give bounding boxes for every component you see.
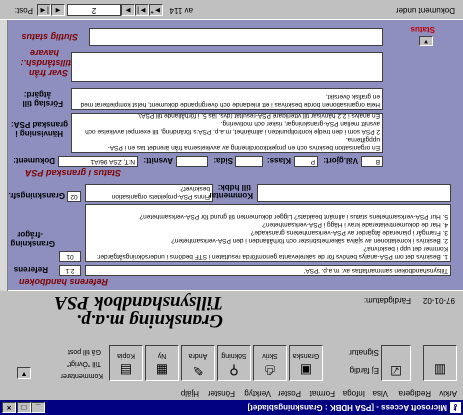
magnifier-icon: ▣ xyxy=(299,363,313,378)
kommentar-label: Kommentar xyxy=(208,191,253,200)
dokument-label: Dokument: xyxy=(13,156,55,165)
toolbar-button-kopia[interactable]: ▤ Kopia xyxy=(109,345,143,381)
avsnitt-field[interactable] xyxy=(176,156,208,167)
kommentar-sub-label: till hdbk: xyxy=(217,183,251,192)
avsnitt-label: Avsnitt: xyxy=(143,156,173,165)
copy-icon: ▤ xyxy=(119,363,133,378)
form-header: Granskning m.a.p. Tillsynshandbok PSA 97… xyxy=(0,291,463,335)
dropdown-arrow-button[interactable]: ▼ xyxy=(17,367,31,379)
comments-label: Kommentarer xyxy=(60,372,103,379)
printer-icon: ⎙ xyxy=(264,363,276,378)
granskning-sub-label: -frågor xyxy=(17,230,43,239)
form-body: Referens handboken Referens 2.1 Tillsyns… xyxy=(8,19,463,291)
record-number-field[interactable]: 2 xyxy=(67,4,121,16)
svar-sub2-title: havare xyxy=(29,48,59,58)
close-button[interactable]: × xyxy=(2,402,16,413)
title-bar: ⚷ Microsoft Access - [PSA HDBK : Granskn… xyxy=(0,400,463,415)
exit-button[interactable]: ▥ xyxy=(423,345,457,381)
search-icon: ⚲ xyxy=(229,363,239,378)
access-key-icon[interactable]: ⚷ xyxy=(450,402,461,413)
status-indicator: Status xyxy=(410,25,435,34)
status-section-title: Status i granskad PSA xyxy=(24,168,121,178)
menu-hjalp[interactable]: Hjälp xyxy=(181,389,199,398)
klass-select[interactable]: P xyxy=(294,156,318,167)
date-label: Färdigdatum: xyxy=(363,296,411,305)
slutlig-status-label: Slutlig status xyxy=(21,32,78,42)
foreslag-text-field[interactable]: Hela organisationen borde beskrivas i et… xyxy=(71,88,383,110)
menu-arkiv[interactable]: Arkiv xyxy=(439,389,457,398)
svar-sub-title: tillståndsh.: xyxy=(20,58,71,68)
minimize-button[interactable]: _ xyxy=(31,402,45,413)
hanvisning-label: Hänvisning i xyxy=(15,129,63,138)
form-toolbar: ▥ ☑ Ej färdig Signatur ▣ Granska ⎙ Skriv… xyxy=(0,334,463,385)
foreslag-sub-label: åtgärd: xyxy=(23,90,51,99)
record-count-label: av 114 xyxy=(169,6,193,15)
svar-section-title: Svar från xyxy=(28,68,68,78)
goto-record-label: Gå till post xyxy=(67,348,101,355)
prev-record-button[interactable]: ◄ xyxy=(51,4,65,16)
granskning-number-field[interactable]: 01 xyxy=(59,251,81,262)
el-filter-checkbox[interactable]: ☑ xyxy=(381,345,411,381)
window-title: Microsoft Access - [PSA HDBK : Gransknin… xyxy=(247,403,447,412)
first-record-button[interactable]: |◄ xyxy=(37,4,51,16)
access-window: ⚷ Microsoft Access - [PSA HDBK : Granskn… xyxy=(0,0,463,415)
hanvisning-sub-label: granskad PSA: xyxy=(11,120,68,129)
maximize-button[interactable]: □ xyxy=(17,402,31,413)
toolbar-button-ny[interactable]: ▦ Ny xyxy=(145,345,179,381)
status-dropdown-button[interactable]: ▼ xyxy=(419,36,433,46)
svar-text-field[interactable] xyxy=(71,52,383,82)
form-subtitle: Tillsynshandbok PSA xyxy=(54,292,223,313)
toolbar-button-granska[interactable]: ▣ Granska xyxy=(289,345,323,381)
menu-visa[interactable]: Visa xyxy=(373,389,388,398)
pencil-icon: ✎ xyxy=(192,363,204,378)
granskning2-number-field[interactable]: 02 xyxy=(67,191,81,202)
new-record-button[interactable]: ►* xyxy=(149,4,163,16)
menu-format[interactable]: Format xyxy=(310,389,335,398)
door-exit-icon: ▥ xyxy=(433,363,447,378)
vattnighet-label: Väl.gjort: xyxy=(323,156,358,165)
next-record-button[interactable]: ► xyxy=(121,4,135,16)
last-record-button[interactable]: ►| xyxy=(135,4,149,16)
granskning-label: Granskning xyxy=(10,239,55,248)
toolbar-button-sokning[interactable]: ⚲ Sökning xyxy=(217,345,251,381)
vattnighet-select[interactable]: B xyxy=(361,156,383,167)
sida-field[interactable] xyxy=(235,156,263,167)
slutlig-status-field[interactable] xyxy=(89,28,383,46)
statusbar-text: Dokument under xyxy=(395,6,455,15)
vertical-scrollbar[interactable] xyxy=(0,20,8,291)
granskning2-text-field[interactable]: Finns PSA-projektets organisation beskri… xyxy=(85,184,213,202)
granskning2-label: Granskningsfr. xyxy=(8,191,65,200)
menu-redigera[interactable]: Redigera xyxy=(399,389,431,398)
granskning-text-field[interactable]: 1. Beskrivs det om PSA-analys behövs för… xyxy=(85,204,451,262)
referens-label: Referens xyxy=(13,265,48,274)
toolbar-button-andra[interactable]: ✎ Ändra xyxy=(181,345,215,381)
menu-infoga[interactable]: Infoga xyxy=(343,389,365,398)
hanvisning-text-field[interactable]: En organisation beskrivs och en projektk… xyxy=(71,113,383,153)
toolbar-button-skriv[interactable]: ⎙ Skriv xyxy=(253,345,287,381)
klass-label: Klass: xyxy=(266,156,291,165)
date-value: 97-01-02 xyxy=(422,296,455,305)
kommentar-field[interactable] xyxy=(257,184,451,202)
referens-number-field[interactable]: 2.1 xyxy=(59,265,81,276)
checkbox-icon: ☑ xyxy=(390,363,402,378)
menu-poster[interactable]: Poster xyxy=(278,389,301,398)
menu-verktyg[interactable]: Verktyg xyxy=(244,389,271,398)
dokument-field[interactable]: N:T, ZSA 96/A1 xyxy=(58,156,138,167)
referens-section-title: Referens handboken xyxy=(18,277,108,287)
menu-fonster[interactable]: Fönster xyxy=(208,389,235,398)
sida-label: Sida: xyxy=(213,156,233,165)
record-navigation-bar: Post: |◄ ◄ 2 ► ►| ►* av 114 Dokument und… xyxy=(0,0,463,20)
new-record-icon: ▦ xyxy=(155,363,169,378)
signatur-label: Signatur xyxy=(349,348,379,357)
goto-item[interactable]: Till "Övrigt" xyxy=(67,360,101,367)
el-filter-label: Ej färdig xyxy=(349,366,379,375)
foreslag-label: Förslag till xyxy=(22,99,63,108)
menu-bar: Arkiv Redigera Visa Infoga Format Poster… xyxy=(0,384,463,400)
post-label: Post: xyxy=(14,6,33,15)
referens-text-field[interactable]: Tillsynshandboken sammanfattas av: m.a.p… xyxy=(85,265,451,276)
